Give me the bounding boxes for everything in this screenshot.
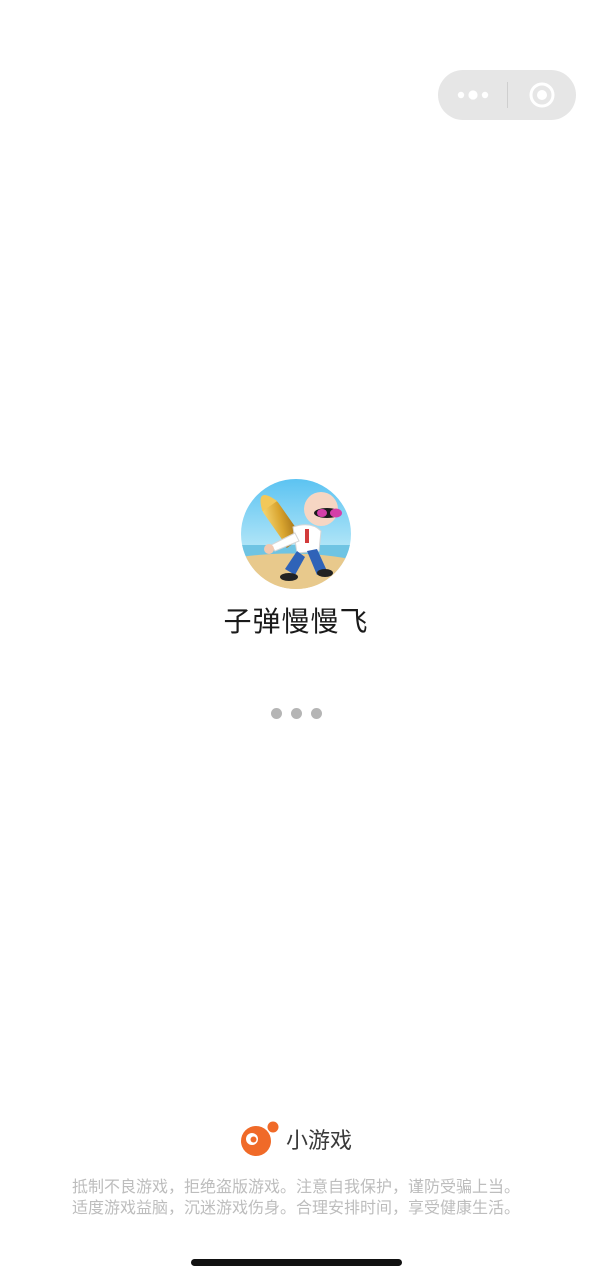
loading-dot [290, 708, 302, 719]
loading-dot [270, 708, 282, 719]
mini-game-brand: 小游戏 [0, 1119, 592, 1159]
close-button[interactable] [507, 70, 576, 120]
game-loading-screen: 子弹慢慢飞 小游戏 抵制不良游戏，拒绝盗版游戏。注意自我保护，谨防受骗上当。 适… [0, 0, 592, 1280]
game-character-with-bullet-icon [241, 479, 351, 589]
mini-game-logo-icon [240, 1121, 279, 1156]
more-dots-icon [457, 90, 488, 100]
app-name: 子弹慢慢飞 [223, 605, 369, 638]
health-notice-line-2: 适度游戏益脑，沉迷游戏伤身。合理安排时间，享受健康生活。 [71, 1198, 520, 1217]
loading-indicator [0, 708, 592, 720]
health-notice-line-1: 抵制不良游戏，拒绝盗版游戏。注意自我保护，谨防受骗上当。 [71, 1177, 520, 1196]
app-icon [241, 479, 351, 589]
home-indicator[interactable] [191, 1259, 402, 1266]
more-button[interactable] [438, 70, 507, 120]
target-circle-icon [529, 82, 554, 108]
brand-label: 小游戏 [285, 1129, 352, 1154]
mini-program-capsule [438, 70, 576, 120]
loading-dot [310, 708, 322, 719]
